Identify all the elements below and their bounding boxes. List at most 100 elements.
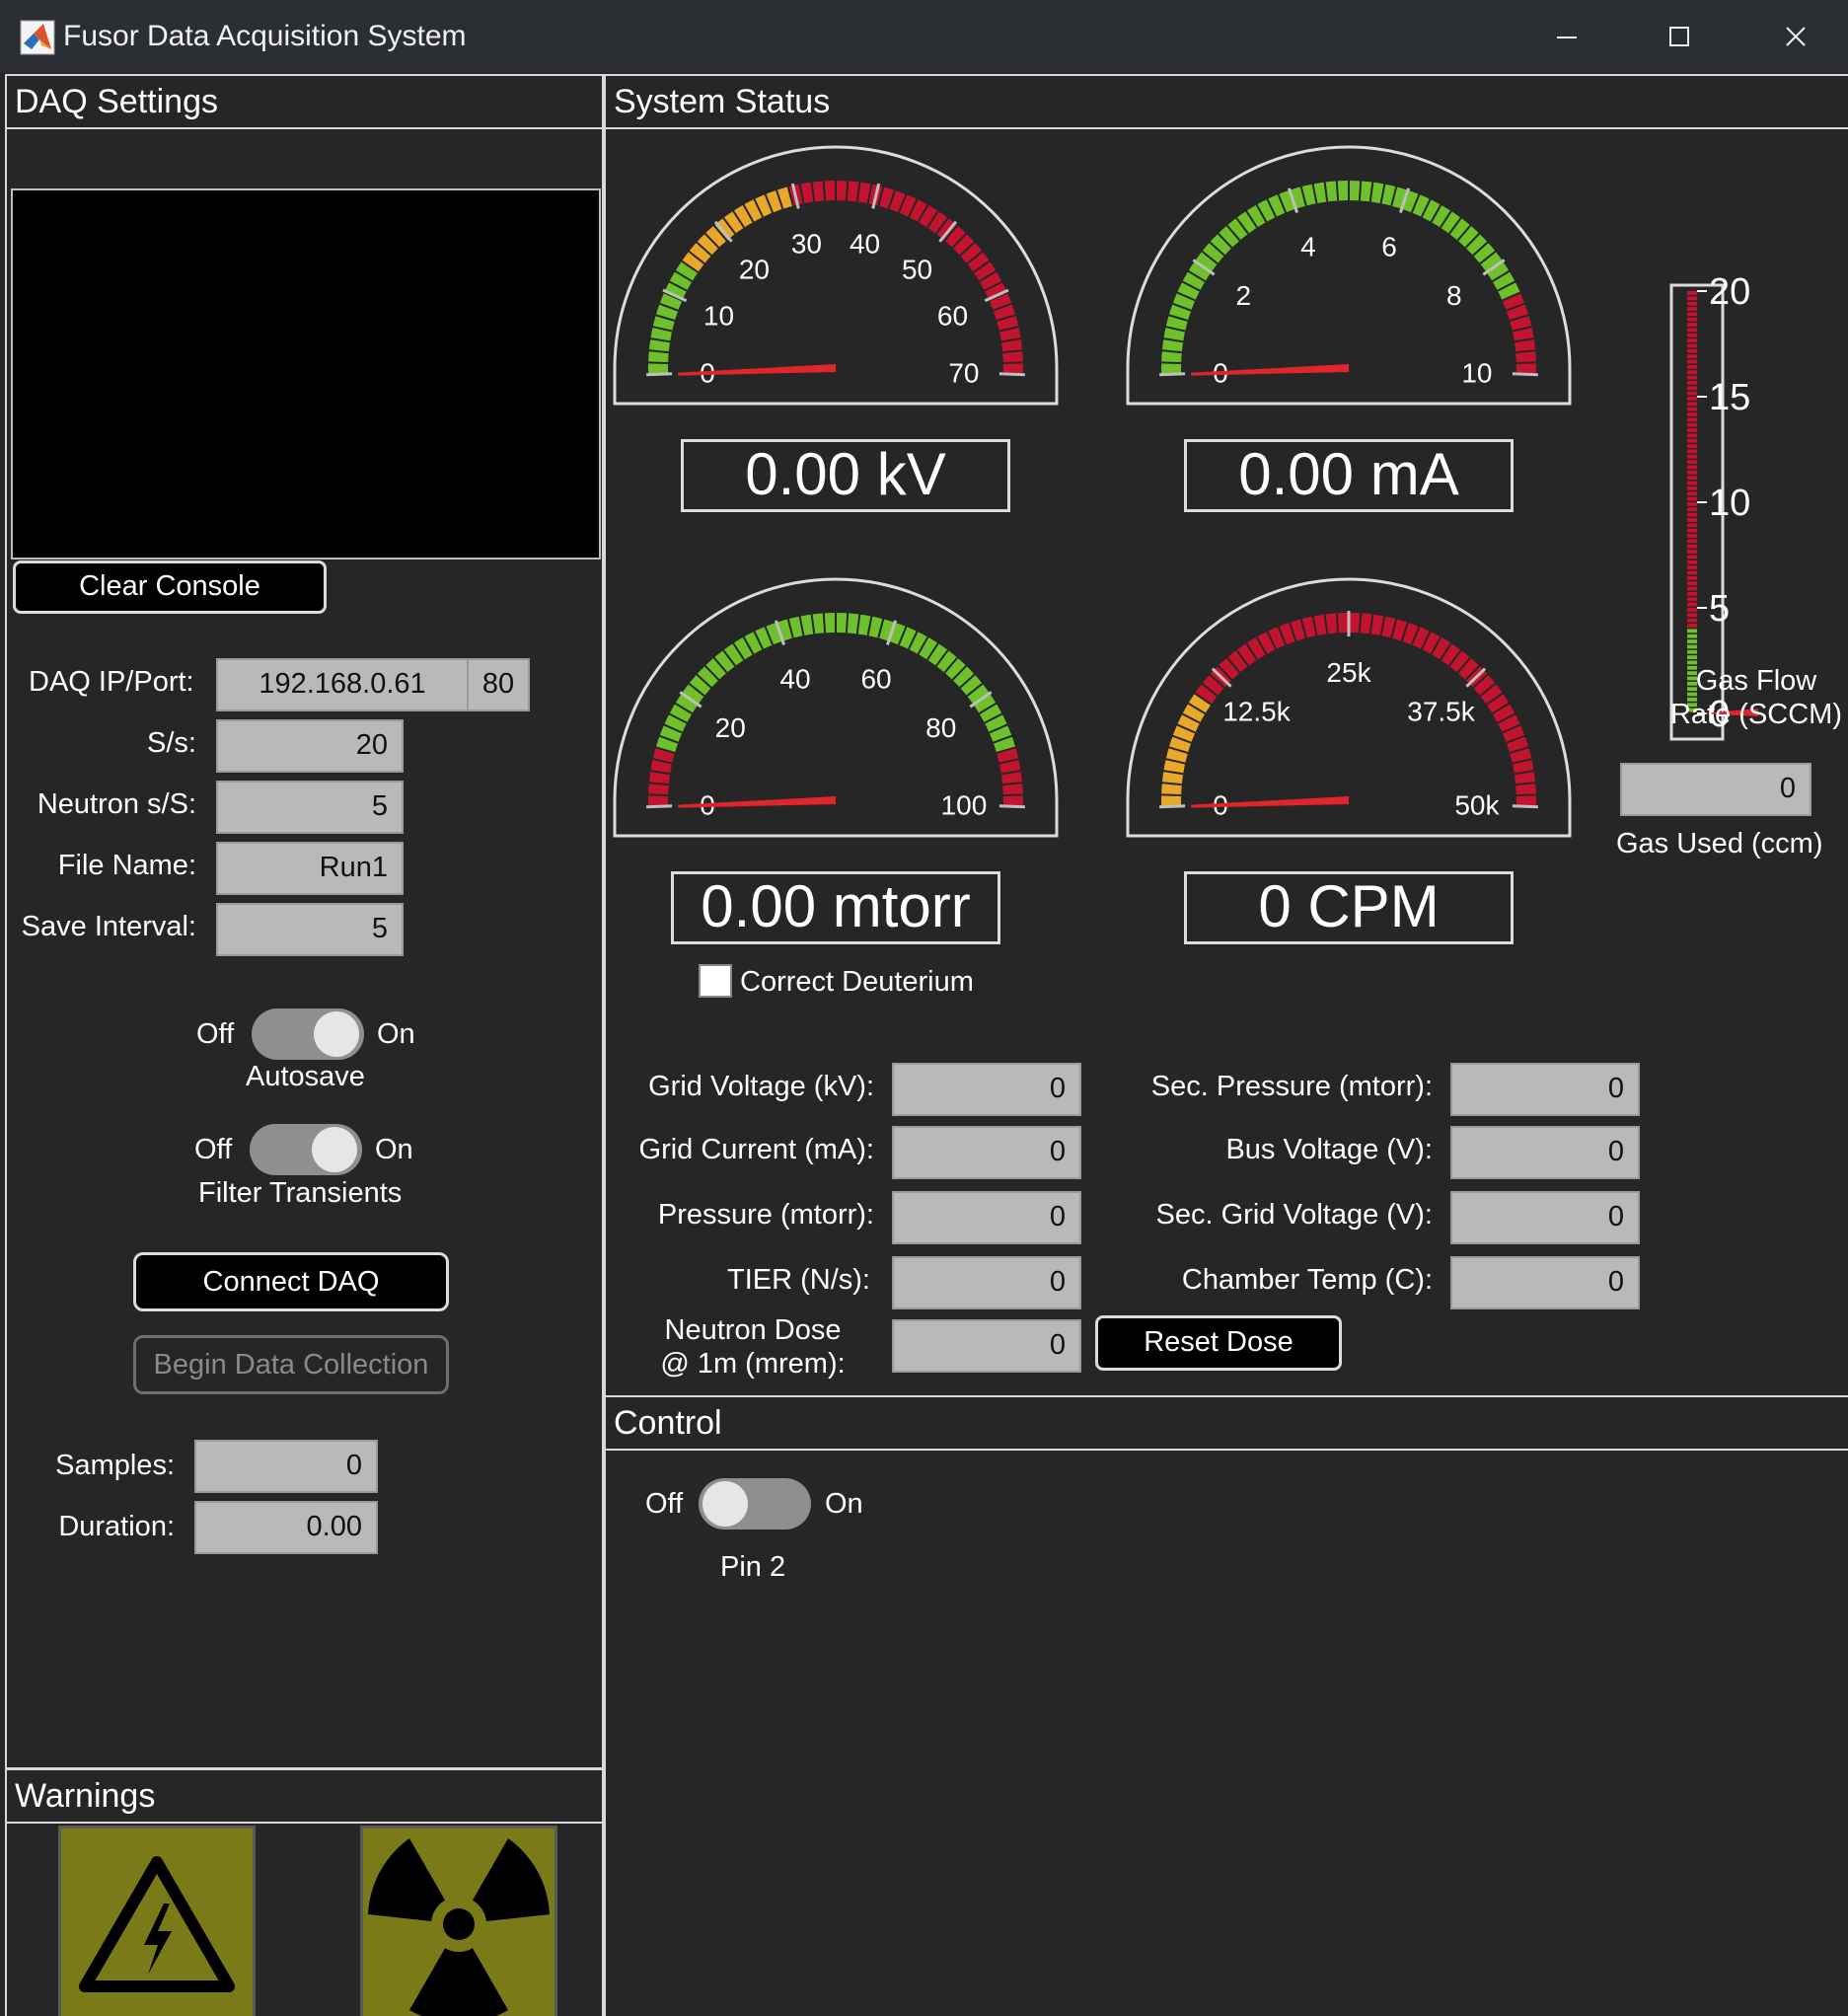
gas-flow-segment [1687,328,1697,333]
gas-flow-tick-label: 15 [1709,377,1750,418]
gas-flow-segment [1687,465,1697,470]
current-gauge-major-tick [1512,372,1538,377]
gas-flow-segment [1687,634,1697,638]
gas-flow-segment [1687,618,1697,623]
gas-flow-segment [1687,591,1697,596]
autosave-off-label: Off [196,1018,235,1050]
gas-flow-segment [1687,444,1697,448]
begin-data-collection-button[interactable]: Begin Data Collection [133,1335,449,1394]
save-interval-input[interactable]: 5 [216,903,404,956]
cpm-gauge-minor-tick [1358,612,1363,634]
gas-flow-segment [1687,507,1697,512]
grid-current-label: Grid Current (mA): [638,1134,874,1165]
save-interval-label: Save Interval: [21,911,196,942]
matlab-app-icon [20,20,55,55]
bus-voltage-label: Bus Voltage (V): [1225,1134,1433,1165]
pressure-gauge-tick-label: 100 [941,790,988,821]
current-gauge-minor-tick [1335,180,1340,201]
pressure-gauge-tick-label: 40 [779,664,810,695]
maximize-button[interactable] [1640,8,1719,65]
neutron-dose-label-line2: @ 1m (mrem): [660,1348,846,1380]
chamber-temp-field: 0 [1450,1256,1640,1309]
gas-flow-segment [1687,644,1697,649]
warnings-panel: Warnings [5,1768,604,2016]
tier-label: TIER (N/s): [727,1264,870,1296]
gas-flow-segment [1687,629,1697,634]
gas-used-field: 0 [1620,763,1811,816]
pin2-label: Pin 2 [720,1551,786,1583]
neutron-input[interactable]: 5 [216,781,404,834]
current-readout: 0.00 mA [1184,439,1514,512]
gas-flow-segment [1687,338,1697,342]
gas-flow-segment [1687,565,1697,570]
filter-on-label: On [375,1134,413,1165]
filter-transients-toggle[interactable] [250,1124,362,1175]
daq-ip-input[interactable]: 192.168.0.61 [216,658,469,711]
gas-flow-segment [1687,460,1697,465]
gas-used-label: Gas Used (ccm) [1616,828,1823,859]
current-gauge-minor-tick [1160,361,1182,365]
daq-port-input[interactable]: 80 [467,658,530,711]
gas-flow-segment [1687,575,1697,580]
connect-daq-button[interactable]: Connect DAQ [133,1252,449,1311]
toggle-knob [702,1481,748,1527]
gas-flow-tick-label: 20 [1709,271,1750,313]
cpm-gauge-tick-label: 37.5k [1407,697,1475,727]
gas-flow-segment [1687,438,1697,443]
window-title: Fusor Data Acquisition System [63,20,467,52]
pin2-off-label: Off [645,1488,684,1520]
reset-dose-button[interactable]: Reset Dose [1095,1315,1342,1371]
clear-console-button[interactable]: Clear Console [13,560,327,614]
sps-label: S/s: [147,727,196,759]
pin2-toggle[interactable] [699,1478,811,1530]
voltage-gauge-minor-tick [822,180,827,201]
filter-off-label: Off [194,1134,233,1165]
title-bar: Fusor Data Acquisition System [0,0,1848,73]
current-gauge-tick-label: 2 [1235,280,1251,311]
gas-flow-label-line1: Gas Flow [1695,665,1817,697]
gas-flow-segment [1687,485,1697,490]
gas-flow-segment [1687,560,1697,564]
gas-flow-segment [1687,386,1697,391]
gas-flow-segment [1687,391,1697,396]
sps-input[interactable]: 20 [216,719,404,773]
gas-flow-segment [1687,624,1697,628]
pressure-gauge-minor-tick [822,612,827,634]
minimize-button[interactable] [1527,8,1606,65]
gas-flow-segment [1687,597,1697,602]
gas-flow-segment [1687,550,1697,554]
close-button[interactable] [1756,8,1835,65]
samples-label: Samples: [55,1450,175,1481]
gas-flow-segment [1687,323,1697,327]
pressure-gauge-tick-label: 60 [860,664,891,695]
sec-grid-voltage-label: Sec. Grid Voltage (V): [1155,1199,1433,1231]
samples-field: 0 [194,1440,378,1493]
gas-flow-segment [1687,407,1697,411]
filename-input[interactable]: Run1 [216,842,404,895]
console-output[interactable] [11,188,601,560]
voltage-gauge-tick-label: 20 [739,255,770,285]
voltage-gauge-minor-tick [1002,361,1024,365]
filter-transients-label: Filter Transients [198,1177,403,1209]
autosave-label: Autosave [246,1061,365,1092]
autosave-toggle[interactable] [252,1008,364,1060]
gas-flow-segment [1687,639,1697,643]
gas-flow-segment [1687,528,1697,533]
gas-flow-segment [1687,518,1697,522]
cpm-gauge-minor-tick [1335,612,1340,634]
current-gauge-major-tick [1159,372,1186,377]
neutron-label: Neutron s/S: [37,788,196,820]
autosave-on-label: On [377,1018,415,1050]
gas-flow-segment [1687,370,1697,375]
gas-flow-segment [1687,555,1697,560]
bus-voltage-field: 0 [1450,1126,1640,1179]
minimize-icon [1557,37,1577,38]
gas-flow-segment [1687,502,1697,506]
neutron-dose-label: Neutron Dose @ 1m (mrem): [641,1313,864,1381]
daq-settings-panel: DAQ Settings Clear Console DAQ IP/Port: … [5,74,604,1769]
gas-flow-segment [1687,476,1697,481]
pressure-field: 0 [892,1191,1081,1244]
correct-deuterium-checkbox[interactable] [699,964,732,998]
gas-flow-segment [1687,397,1697,401]
gas-flow-segment [1687,544,1697,549]
